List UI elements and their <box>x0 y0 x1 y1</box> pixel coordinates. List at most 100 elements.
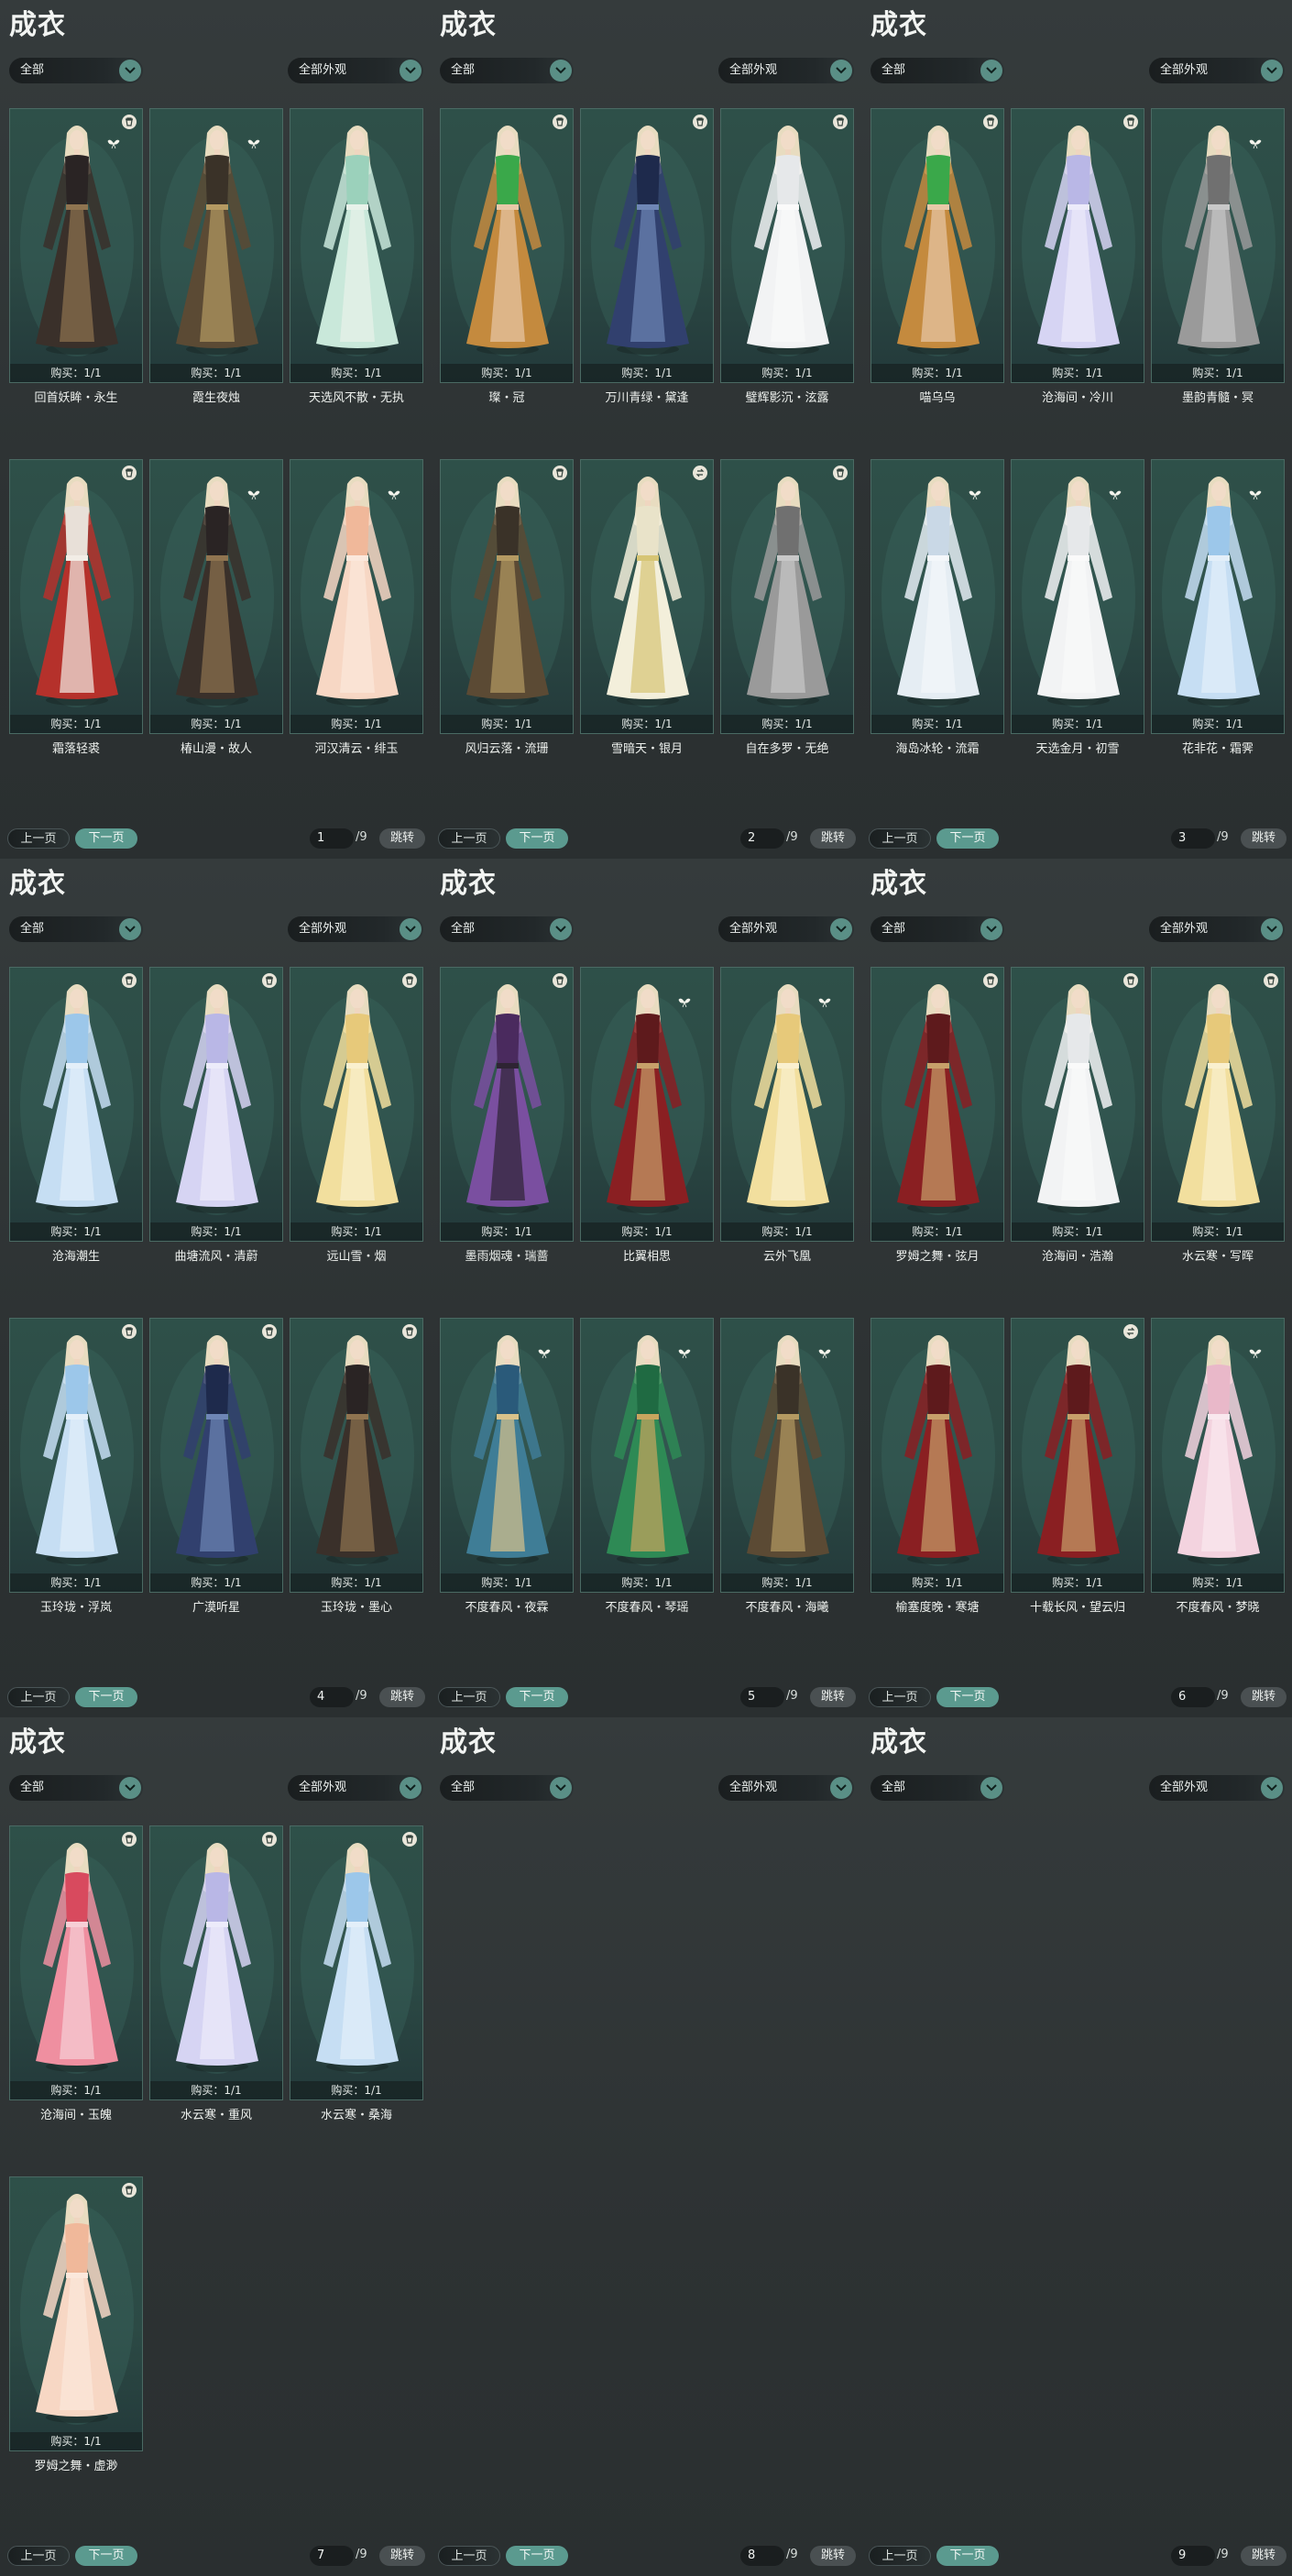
next-page-button[interactable]: 下一页 <box>75 2546 137 2566</box>
outfit-card[interactable]: 购买：1/1 <box>9 459 143 734</box>
prev-page-button[interactable]: 上一页 <box>7 1687 70 1707</box>
outfit-card[interactable]: 购买：1/1 <box>580 1318 714 1593</box>
chevron-down-icon[interactable] <box>1261 918 1283 940</box>
page-number-input[interactable]: 1 <box>310 828 354 849</box>
outfit-card[interactable]: 购买：1/1 <box>149 1318 283 1593</box>
outfit-card[interactable]: 购买：1/1 <box>870 108 1004 383</box>
outfit-card[interactable]: 购买：1/1 <box>1011 1318 1144 1593</box>
category-dropdown[interactable]: 全部 <box>9 58 143 83</box>
outfit-card[interactable]: 购买：1/1 <box>1151 967 1285 1242</box>
appearance-dropdown[interactable]: 全部外观 <box>1149 1775 1285 1801</box>
trash-icon[interactable] <box>262 973 277 988</box>
outfit-card[interactable]: 购买：1/1 <box>9 1825 143 2100</box>
trash-icon[interactable] <box>122 2183 137 2198</box>
chevron-down-icon[interactable] <box>980 60 1002 82</box>
jump-button[interactable]: 跳转 <box>810 2546 856 2566</box>
outfit-card[interactable]: 购买：1/1 <box>290 108 423 383</box>
outfit-card[interactable]: 购买：1/1 <box>1011 967 1144 1242</box>
trash-icon[interactable] <box>402 1324 417 1339</box>
trash-icon[interactable] <box>553 466 567 480</box>
chevron-down-icon[interactable] <box>1261 60 1283 82</box>
appearance-dropdown[interactable]: 全部外观 <box>1149 916 1285 942</box>
chevron-down-icon[interactable] <box>400 60 422 82</box>
trash-icon[interactable] <box>262 1832 277 1847</box>
page-number-input[interactable]: 5 <box>740 1687 784 1707</box>
outfit-card[interactable]: 购买：1/1 <box>290 967 423 1242</box>
trash-icon[interactable] <box>833 466 848 480</box>
appearance-dropdown[interactable]: 全部外观 <box>718 1775 854 1801</box>
chevron-down-icon[interactable] <box>119 1777 141 1799</box>
outfit-card[interactable]: 购买：1/1 <box>149 967 283 1242</box>
page-number-input[interactable]: 7 <box>310 2546 354 2566</box>
page-number-input[interactable]: 6 <box>1171 1687 1215 1707</box>
outfit-card[interactable]: 购买：1/1 <box>1151 1318 1285 1593</box>
outfit-card[interactable]: 购买：1/1 <box>290 459 423 734</box>
outfit-card[interactable]: 购买：1/1 <box>1151 459 1285 734</box>
outfit-card[interactable]: 购买：1/1 <box>1011 459 1144 734</box>
prev-page-button[interactable]: 上一页 <box>869 2546 931 2566</box>
jump-button[interactable]: 跳转 <box>1241 2546 1287 2566</box>
outfit-card[interactable]: 购买：1/1 <box>580 108 714 383</box>
trash-icon[interactable] <box>1123 115 1138 129</box>
trash-icon[interactable] <box>1264 973 1278 988</box>
appearance-dropdown[interactable]: 全部外观 <box>288 58 423 83</box>
chevron-down-icon[interactable] <box>830 1777 852 1799</box>
trash-icon[interactable] <box>122 973 137 988</box>
trash-icon[interactable] <box>122 466 137 480</box>
trash-icon[interactable] <box>553 973 567 988</box>
outfit-card[interactable]: 购买：1/1 <box>9 2176 143 2451</box>
outfit-card[interactable]: 购买：1/1 <box>149 108 283 383</box>
chevron-down-icon[interactable] <box>550 60 572 82</box>
chevron-down-icon[interactable] <box>400 1777 422 1799</box>
jump-button[interactable]: 跳转 <box>1241 828 1287 849</box>
page-number-input[interactable]: 4 <box>310 1687 354 1707</box>
outfit-card[interactable]: 购买：1/1 <box>580 967 714 1242</box>
trash-icon[interactable] <box>122 1832 137 1847</box>
next-page-button[interactable]: 下一页 <box>506 1687 568 1707</box>
prev-page-button[interactable]: 上一页 <box>869 1687 931 1707</box>
chevron-down-icon[interactable] <box>1261 1777 1283 1799</box>
outfit-card[interactable]: 购买：1/1 <box>290 1825 423 2100</box>
next-page-button[interactable]: 下一页 <box>936 2546 999 2566</box>
outfit-card[interactable]: 购买：1/1 <box>149 459 283 734</box>
outfit-card[interactable]: 购买：1/1 <box>440 459 574 734</box>
prev-page-button[interactable]: 上一页 <box>7 2546 70 2566</box>
trash-icon[interactable] <box>553 115 567 129</box>
next-page-button[interactable]: 下一页 <box>936 1687 999 1707</box>
trash-icon[interactable] <box>402 973 417 988</box>
trash-icon[interactable] <box>1123 973 1138 988</box>
outfit-card[interactable]: 购买：1/1 <box>720 459 854 734</box>
chevron-down-icon[interactable] <box>400 918 422 940</box>
jump-button[interactable]: 跳转 <box>1241 1687 1287 1707</box>
category-dropdown[interactable]: 全部 <box>870 1775 1004 1801</box>
chevron-down-icon[interactable] <box>830 918 852 940</box>
next-page-button[interactable]: 下一页 <box>936 828 999 849</box>
trash-icon[interactable] <box>122 1324 137 1339</box>
outfit-card[interactable]: 购买：1/1 <box>290 1318 423 1593</box>
appearance-dropdown[interactable]: 全部外观 <box>718 58 854 83</box>
page-number-input[interactable]: 8 <box>740 2546 784 2566</box>
category-dropdown[interactable]: 全部 <box>9 916 143 942</box>
jump-button[interactable]: 跳转 <box>379 1687 425 1707</box>
outfit-card[interactable]: 购买：1/1 <box>870 1318 1004 1593</box>
prev-page-button[interactable]: 上一页 <box>869 828 931 849</box>
outfit-card[interactable]: 购买：1/1 <box>580 459 714 734</box>
outfit-card[interactable]: 购买：1/1 <box>9 967 143 1242</box>
jump-button[interactable]: 跳转 <box>379 2546 425 2566</box>
prev-page-button[interactable]: 上一页 <box>438 828 500 849</box>
outfit-card[interactable]: 购买：1/1 <box>720 967 854 1242</box>
category-dropdown[interactable]: 全部 <box>440 916 574 942</box>
outfit-card[interactable]: 购买：1/1 <box>720 108 854 383</box>
outfit-card[interactable]: 购买：1/1 <box>9 108 143 383</box>
outfit-card[interactable]: 购买：1/1 <box>440 108 574 383</box>
outfit-card[interactable]: 购买：1/1 <box>870 967 1004 1242</box>
outfit-card[interactable]: 购买：1/1 <box>440 967 574 1242</box>
next-page-button[interactable]: 下一页 <box>506 2546 568 2566</box>
trash-icon[interactable] <box>693 115 707 129</box>
trash-icon[interactable] <box>262 1324 277 1339</box>
outfit-card[interactable]: 购买：1/1 <box>720 1318 854 1593</box>
trash-icon[interactable] <box>833 115 848 129</box>
chevron-down-icon[interactable] <box>830 60 852 82</box>
page-number-input[interactable]: 9 <box>1171 2546 1215 2566</box>
appearance-dropdown[interactable]: 全部外观 <box>288 1775 423 1801</box>
